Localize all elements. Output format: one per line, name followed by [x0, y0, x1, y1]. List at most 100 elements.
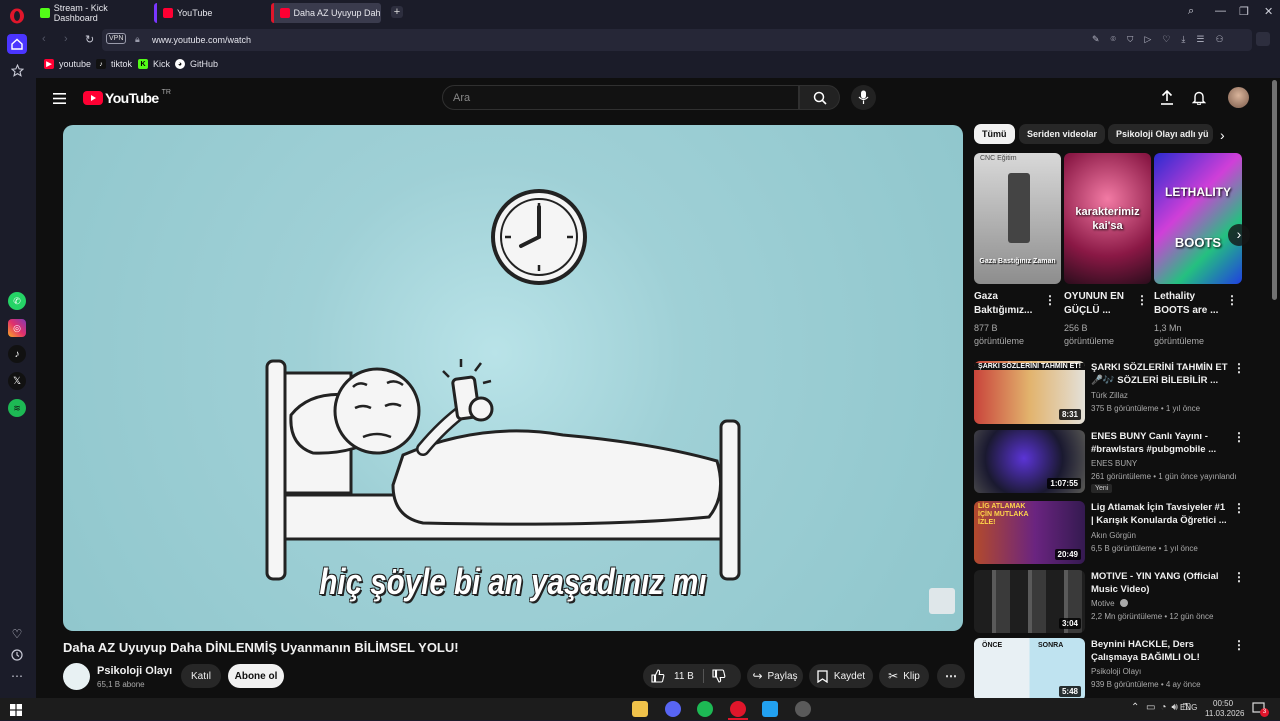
language-indicator[interactable]: ENG [1180, 703, 1197, 712]
rec-channel[interactable]: Türk Zillaz [1091, 391, 1128, 400]
save-button[interactable]: Kaydet [809, 664, 873, 688]
search-tabs-icon[interactable]: ⌕ [1188, 5, 1194, 18]
hamburger-menu-icon[interactable] [53, 91, 66, 109]
share-button[interactable]: ↪ Paylaş [747, 664, 803, 688]
x-twitter-icon[interactable]: 𝕏 [8, 372, 26, 390]
rec-options-icon[interactable]: ⋮ [1233, 430, 1245, 444]
search-button[interactable] [799, 85, 840, 110]
tray-chevron-icon[interactable]: ⌃ [1131, 702, 1139, 713]
obs-icon[interactable] [795, 701, 811, 717]
bookmark-github[interactable]: ◕ GitHub [175, 59, 218, 69]
rec-channel[interactable]: Akın Görgün [1091, 531, 1136, 540]
channel-watermark-icon[interactable] [929, 588, 955, 614]
notification-center-icon[interactable]: 3 [1252, 701, 1269, 717]
forward-icon[interactable]: › [64, 33, 68, 45]
shelf-options-icon[interactable]: ⋮ [1044, 293, 1056, 307]
rec-thumbnail[interactable]: 1:07:55 [974, 430, 1085, 493]
rec-thumbnail[interactable]: LİG ATLAMAK İÇİN MUTLAKA İZLE! 20:49 [974, 501, 1085, 564]
rec-title[interactable]: ŞARKI SÖZLERİNİ TAHMİN ET 🎤🎶 SÖZLERİ BİL… [1091, 361, 1229, 387]
star-icon[interactable] [8, 61, 26, 79]
tab-active-video[interactable]: Daha AZ Uyuyup Daha Di [271, 3, 381, 23]
shelf-thumbnail[interactable]: karakterimiz kai'sa [1064, 153, 1151, 284]
rec-thumbnail[interactable]: 3:04 [974, 570, 1085, 633]
tiktok-icon[interactable]: ♪ [8, 345, 26, 363]
shelf-title[interactable]: Gaza Baktığımız... [974, 290, 1044, 318]
instagram-icon[interactable]: ◎ [8, 319, 26, 337]
address-bar[interactable]: VPN 🔒︎ www.youtube.com/watch ✎⌾⛉▷♡⤓☰⚇ [102, 29, 1252, 51]
like-count[interactable]: 11 B [674, 671, 694, 682]
join-button[interactable]: Katıl [181, 664, 221, 688]
spotify-icon[interactable]: ≋ [8, 399, 26, 417]
clock-time[interactable]: 00:50 [1213, 699, 1233, 708]
rec-title[interactable]: MOTIVE - YIN YANG (Official Music Video) [1091, 570, 1229, 596]
tab-youtube[interactable]: YouTube [154, 3, 266, 23]
maximize-button[interactable]: ❐ [1239, 5, 1249, 18]
shelf-title[interactable]: OYUNUN EN GÜÇLÜ ... [1064, 290, 1134, 318]
search-input[interactable]: Ara [442, 85, 799, 110]
minimize-button[interactable]: — [1215, 5, 1226, 17]
youtube-logo[interactable]: YouTube TR [83, 89, 171, 106]
reload-icon[interactable]: ↻ [85, 33, 94, 46]
extensions-icon[interactable] [1256, 32, 1270, 46]
vscode-icon[interactable] [762, 701, 778, 717]
history-icon[interactable] [8, 646, 26, 664]
chip-channel-videos[interactable]: Psikoloji Olayı adlı yü [1108, 124, 1213, 144]
subscribe-button[interactable]: Abone ol [228, 664, 284, 688]
rec-channel[interactable]: Motive [1091, 599, 1128, 608]
notifications-bell-icon[interactable] [1191, 90, 1207, 110]
more-icon[interactable]: ⋯ [8, 667, 26, 685]
more-actions-button[interactable]: ⋯ [937, 664, 965, 688]
rec-options-icon[interactable]: ⋮ [1233, 501, 1245, 515]
upload-icon[interactable] [1160, 89, 1174, 110]
rec-thumbnail[interactable]: ÖNCE SONRA 5:48 [974, 638, 1085, 698]
rec-thumbnail[interactable]: ŞARKI SÖZLERİNİ TAHMİN ET! 8:31 [974, 361, 1085, 424]
rec-options-icon[interactable]: ⋮ [1233, 570, 1245, 584]
home-icon[interactable] [7, 34, 27, 54]
clock-date[interactable]: 11.03.2026 [1205, 709, 1244, 718]
rec-title[interactable]: ENES BUNY Canlı Yayını - #brawlstars #pu… [1091, 430, 1229, 456]
shelf-thumbnail[interactable]: LETHALITY BOOTS [1154, 153, 1242, 284]
tab-kick-dashboard[interactable]: Stream - Kick Dashboard [34, 3, 152, 23]
whatsapp-icon[interactable]: ✆ [8, 292, 26, 310]
url-text[interactable]: www.youtube.com/watch [152, 35, 251, 45]
voice-search-button[interactable] [851, 85, 876, 110]
chips-next-chevron-icon[interactable]: › [1220, 127, 1225, 143]
back-icon[interactable]: ‹ [42, 33, 46, 45]
bookmark-youtube[interactable]: ▶ youtube [44, 59, 91, 69]
shelf-next-chevron-icon[interactable]: › [1228, 224, 1250, 246]
opera-logo-icon[interactable] [8, 7, 26, 25]
like-icon[interactable] [651, 669, 665, 683]
heart-icon[interactable]: ♡ [8, 625, 26, 643]
windows-start-icon[interactable] [10, 703, 22, 721]
rec-channel[interactable]: Psikoloji Olayı [1091, 667, 1141, 676]
bookmark-tiktok[interactable]: ♪ tiktok [96, 59, 132, 69]
shelf-options-icon[interactable]: ⋮ [1226, 293, 1238, 307]
vpn-badge[interactable]: VPN [106, 33, 127, 44]
rec-title[interactable]: Beynini HACKLE, Ders Çalışmaya BAĞIMLI O… [1091, 638, 1229, 664]
clip-button[interactable]: ✂ Klip [879, 664, 929, 688]
channel-avatar[interactable] [63, 663, 90, 690]
address-actions-icons[interactable]: ✎⌾⛉▷♡⤓☰⚇ [1092, 34, 1235, 45]
rec-channel[interactable]: ENES BUNY [1091, 459, 1137, 468]
shelf-thumbnail[interactable]: CNC Eğitim Gaza Bastığınız Zaman [974, 153, 1061, 284]
shelf-options-icon[interactable]: ⋮ [1136, 293, 1148, 307]
new-tab-button[interactable]: + [391, 6, 403, 18]
page-scrollbar[interactable] [1272, 80, 1277, 300]
rec-options-icon[interactable]: ⋮ [1233, 361, 1245, 375]
spotify-icon[interactable] [697, 701, 713, 717]
channel-name[interactable]: Psikoloji Olayı [97, 665, 172, 677]
opera-icon[interactable] [730, 701, 746, 717]
shelf-title[interactable]: Lethality BOOTS are ... [1154, 290, 1224, 318]
chip-series-videos[interactable]: Seriden videolar [1019, 124, 1106, 144]
rec-title[interactable]: Lig Atlamak İçin Tavsiyeler #1 | Karışık… [1091, 501, 1229, 527]
video-player[interactable]: hiç şöyle bi an yaşadınız mı [63, 125, 963, 631]
discord-icon[interactable] [665, 701, 681, 717]
rec-options-icon[interactable]: ⋮ [1233, 638, 1245, 652]
close-window-button[interactable]: ✕ [1264, 5, 1273, 18]
file-explorer-icon[interactable] [632, 701, 648, 717]
shelf-views-label: görüntüleme [1154, 336, 1205, 346]
dislike-icon[interactable] [712, 669, 726, 683]
chip-all[interactable]: Tümü [974, 124, 1015, 144]
bookmark-kick[interactable]: K Kick [138, 59, 170, 69]
avatar[interactable] [1228, 87, 1249, 108]
